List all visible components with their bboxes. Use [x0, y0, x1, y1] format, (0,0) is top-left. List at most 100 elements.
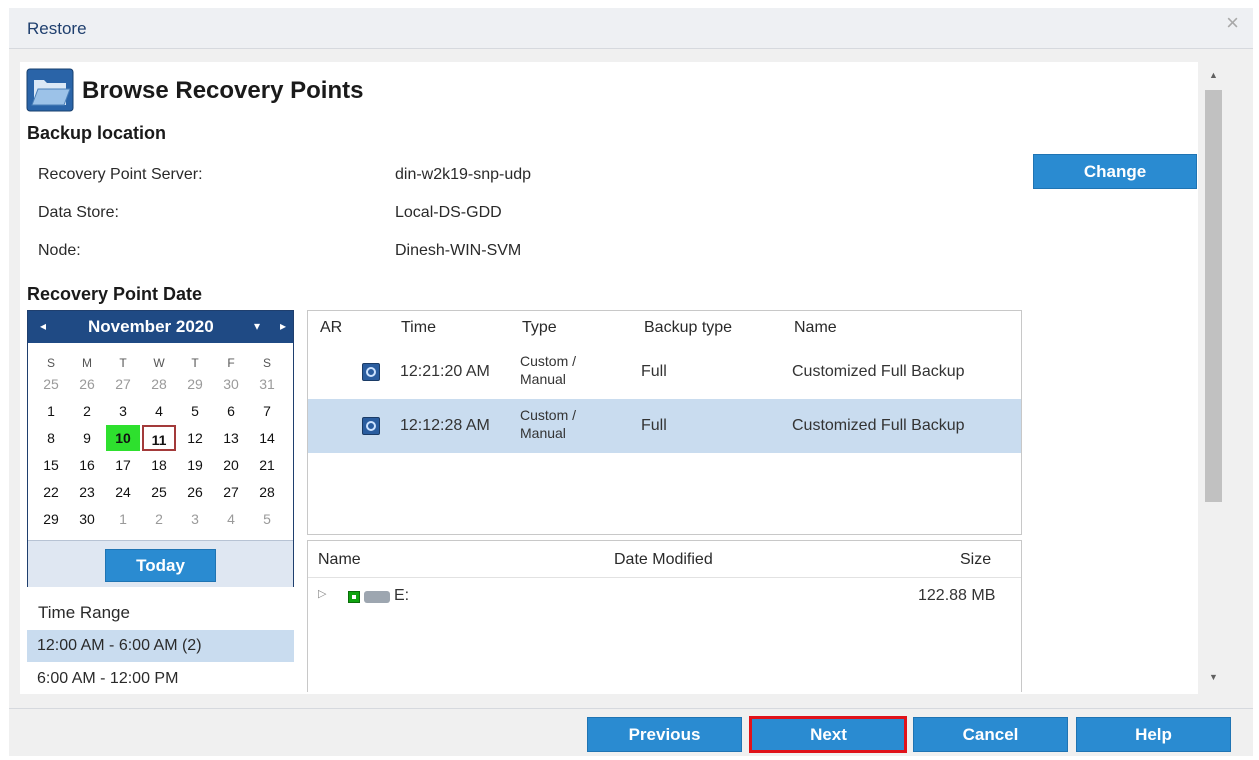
backup-location-title: Backup location	[27, 123, 167, 143]
footer-divider	[9, 708, 1253, 709]
next-month-icon[interactable]: ▸	[280, 319, 286, 333]
scroll-down-icon[interactable]: ▼	[1209, 672, 1218, 682]
time-range-title: Time Range	[38, 603, 130, 622]
calendar-day[interactable]: 5	[178, 398, 212, 424]
status-check-icon	[348, 591, 360, 603]
calendar-day[interactable]: 11	[142, 425, 176, 451]
calendar-day[interactable]: 3	[178, 506, 212, 532]
row-backup-type: Full	[641, 363, 667, 380]
calendar-day[interactable]: 4	[142, 398, 176, 424]
cancel-button[interactable]: Cancel	[913, 717, 1068, 752]
dialog-titlebar: Restore ×	[9, 8, 1253, 49]
file-name: E:	[394, 587, 410, 604]
table-row[interactable]: 12:21:20 AM Custom / Manual Full Customi…	[308, 345, 1021, 399]
calendar-day[interactable]: 29	[178, 371, 212, 397]
time-range-item[interactable]: 12:00 AM - 6:00 AM (2)	[27, 630, 294, 662]
calendar-day[interactable]: 2	[70, 398, 104, 424]
recovery-points-table: AR Time Type Backup type Name 12:21:20 A…	[307, 310, 1022, 535]
calendar-day[interactable]: 22	[34, 479, 68, 505]
calendar-day[interactable]: 29	[34, 506, 68, 532]
calendar-day[interactable]: 18	[142, 452, 176, 478]
calendar-day[interactable]: 25	[142, 479, 176, 505]
help-button[interactable]: Help	[1076, 717, 1231, 752]
recovery-point-server-label: Recovery Point Server:	[38, 166, 203, 183]
time-range-item[interactable]: 6:00 AM - 12:00 PM	[27, 663, 294, 695]
data-store-label: Data Store:	[38, 204, 119, 221]
calendar-day[interactable]: 25	[34, 371, 68, 397]
calendar-weekday: W	[153, 356, 165, 370]
column-header-type[interactable]: Type	[522, 319, 557, 337]
today-button[interactable]: Today	[105, 549, 216, 582]
calendar-day[interactable]: 30	[70, 506, 104, 532]
calendar-day[interactable]: 30	[214, 371, 248, 397]
calendar-day[interactable]: 12	[178, 425, 212, 451]
calendar-weekday: M	[82, 356, 92, 370]
list-item[interactable]: ▷ E: 122.88 MB	[308, 581, 1021, 611]
calendar-day[interactable]: 9	[70, 425, 104, 451]
calendar-day[interactable]: 23	[70, 479, 104, 505]
calendar-day[interactable]: 6	[214, 398, 248, 424]
vertical-scrollbar[interactable]: ▲ ▼	[1201, 62, 1226, 694]
calendar-weekday: S	[46, 356, 55, 370]
calendar-day[interactable]: 28	[250, 479, 284, 505]
calendar-day[interactable]: 3	[106, 398, 140, 424]
close-icon[interactable]: ×	[1226, 10, 1239, 36]
calendar-weekday: S	[262, 356, 271, 370]
row-backup-type: Full	[641, 417, 667, 434]
calendar-day[interactable]: 7	[250, 398, 284, 424]
folder-icon	[26, 68, 74, 112]
calendar-day[interactable]: 2	[142, 506, 176, 532]
row-time: 12:12:28 AM	[400, 417, 490, 434]
calendar-footer: Today	[28, 540, 293, 587]
recovery-point-date-title: Recovery Point Date	[27, 284, 203, 304]
node-value: Dinesh-WIN-SVM	[395, 242, 522, 259]
calendar-day[interactable]: 8	[34, 425, 68, 451]
column-header-backup-type[interactable]: Backup type	[644, 319, 732, 337]
calendar-header: ◂ November 2020 ▾ ▸	[28, 311, 293, 343]
calendar-day[interactable]: 14	[250, 425, 284, 451]
column-header-file-name[interactable]: Name	[318, 551, 361, 569]
calendar-day[interactable]: 19	[178, 452, 212, 478]
column-header-ar[interactable]: AR	[320, 319, 342, 337]
prev-month-icon[interactable]: ◂	[40, 319, 46, 333]
calendar-day[interactable]: 15	[34, 452, 68, 478]
calendar-day[interactable]: 1	[34, 398, 68, 424]
calendar-day[interactable]: 10	[106, 425, 140, 451]
calendar-day[interactable]: 21	[250, 452, 284, 478]
expand-arrow-icon[interactable]: ▷	[318, 587, 326, 600]
file-size: 122.88 MB	[918, 587, 996, 604]
data-store-value: Local-DS-GDD	[395, 204, 502, 221]
row-name: Customized Full Backup	[792, 363, 965, 380]
column-header-time[interactable]: Time	[401, 319, 436, 337]
calendar-day[interactable]: 20	[214, 452, 248, 478]
calendar-day[interactable]: 1	[106, 506, 140, 532]
row-type: Custom / Manual	[520, 407, 577, 441]
calendar-day[interactable]: 13	[214, 425, 248, 451]
calendar-day[interactable]: 26	[178, 479, 212, 505]
scroll-up-icon[interactable]: ▲	[1209, 70, 1218, 80]
recovery-point-server-value: din-w2k19-snp-udp	[395, 166, 532, 183]
calendar-day[interactable]: 24	[106, 479, 140, 505]
drive-icon	[364, 591, 390, 603]
calendar-day[interactable]: 16	[70, 452, 104, 478]
calendar-month[interactable]: November 2020	[88, 317, 214, 337]
column-header-size[interactable]: Size	[960, 551, 991, 569]
scrollbar-thumb[interactable]	[1205, 90, 1222, 502]
calendar-day[interactable]: 5	[250, 506, 284, 532]
previous-button[interactable]: Previous	[587, 717, 742, 752]
calendar-day[interactable]: 28	[142, 371, 176, 397]
column-header-date-modified[interactable]: Date Modified	[614, 551, 713, 569]
table-row-selected[interactable]: 12:12:28 AM Custom / Manual Full Customi…	[308, 399, 1021, 453]
node-label: Node:	[38, 242, 81, 259]
calendar-day[interactable]: 4	[214, 506, 248, 532]
recovery-point-icon	[362, 363, 380, 381]
calendar-day[interactable]: 31	[250, 371, 284, 397]
month-dropdown-icon[interactable]: ▾	[254, 319, 260, 333]
change-button[interactable]: Change	[1033, 154, 1197, 189]
calendar-day[interactable]: 17	[106, 452, 140, 478]
column-header-name[interactable]: Name	[794, 319, 837, 337]
calendar-day[interactable]: 26	[70, 371, 104, 397]
calendar-day[interactable]: 27	[106, 371, 140, 397]
calendar: ◂ November 2020 ▾ ▸ S M T W T F S 25 26 27 28 29 30 3…	[27, 310, 294, 587]
calendar-day[interactable]: 27	[214, 479, 248, 505]
